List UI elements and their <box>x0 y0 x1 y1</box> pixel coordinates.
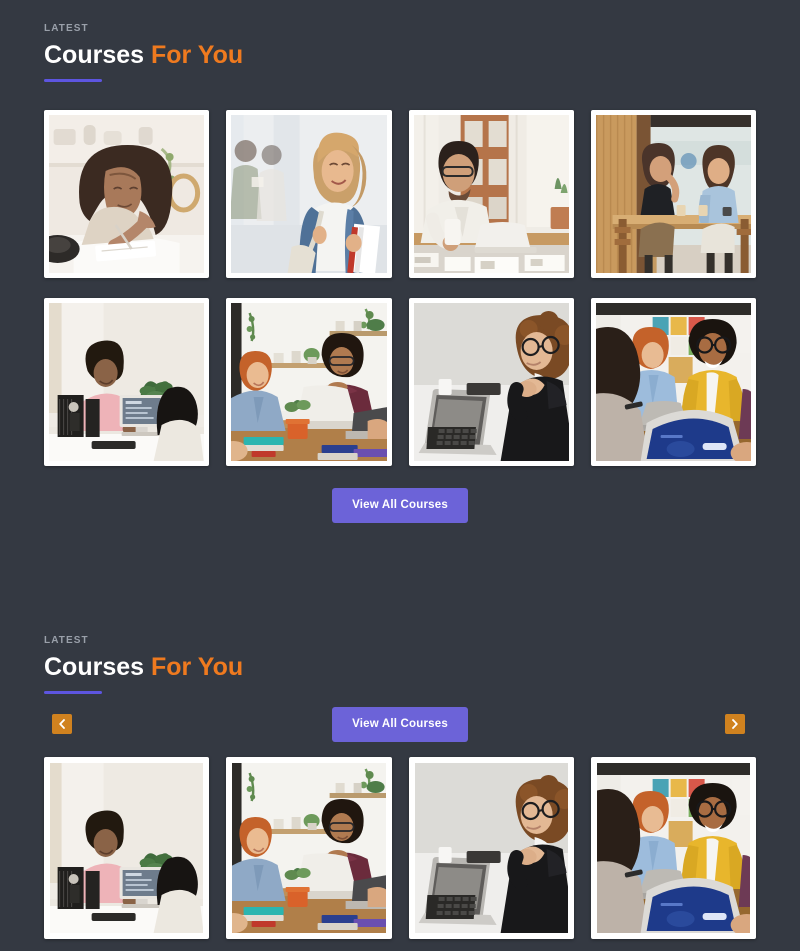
course-card[interactable] <box>408 298 574 466</box>
view-all-courses-button-carousel[interactable]: View All Courses <box>332 706 468 742</box>
course-thumbnail-cafe-table <box>595 115 751 273</box>
course-thumbnail-woman-laptop <box>413 303 569 461</box>
course-card[interactable] <box>590 757 756 939</box>
course-thumbnail-meeting-tablet <box>595 303 751 461</box>
course-card[interactable] <box>226 298 392 466</box>
course-card[interactable] <box>44 110 210 278</box>
course-thumbnail-student-hallway <box>231 115 387 273</box>
course-card[interactable] <box>408 757 574 939</box>
course-thumbnail-team-table <box>232 763 386 933</box>
section-header-carousel: LATEST Courses For You <box>0 634 800 694</box>
section-latest-courses-grid: LATEST Courses For You View All Courses <box>0 0 800 523</box>
page-title: Courses For You <box>44 652 800 682</box>
title-underline <box>44 691 102 694</box>
view-all-courses-wrap-top: View All Courses <box>0 488 800 523</box>
course-card[interactable] <box>44 298 210 466</box>
course-card[interactable] <box>44 757 210 939</box>
section-latest-courses-carousel: LATEST Courses For You View All Courses <box>0 634 800 939</box>
course-card[interactable] <box>590 110 756 278</box>
carousel-controls: View All Courses <box>0 704 800 744</box>
title-underline <box>44 79 102 82</box>
course-thumbnail-man-window-desk <box>413 115 569 273</box>
title-part-primary: Courses <box>44 41 145 69</box>
title-part-accent: For You <box>151 41 244 69</box>
course-card-row-carousel <box>0 757 800 939</box>
course-listing-page: LATEST Courses For You View All Courses … <box>0 0 800 951</box>
page-title: Courses For You <box>44 40 800 70</box>
section-eyebrow: LATEST <box>44 23 89 34</box>
course-thumbnail-team-table <box>231 303 387 461</box>
carousel-next-button[interactable] <box>725 714 745 734</box>
course-card-row-1 <box>0 110 800 278</box>
course-thumbnail-office-imac <box>50 763 204 933</box>
course-card[interactable] <box>590 298 756 466</box>
title-part-accent: For You <box>151 653 244 681</box>
course-thumbnail-meeting-tablet <box>596 763 750 933</box>
chevron-right-icon <box>732 719 738 729</box>
title-part-primary: Courses <box>44 653 145 681</box>
view-all-courses-button[interactable]: View All Courses <box>332 488 468 523</box>
section-header: LATEST Courses For You <box>0 22 800 82</box>
course-thumbnail-writing-desk <box>49 115 205 273</box>
course-card-row-2 <box>0 298 800 466</box>
course-card[interactable] <box>226 110 392 278</box>
chevron-left-icon <box>59 719 65 729</box>
course-thumbnail-woman-laptop <box>414 763 568 933</box>
course-card[interactable] <box>408 110 574 278</box>
section-eyebrow: LATEST <box>44 635 89 646</box>
course-card[interactable] <box>226 757 392 939</box>
carousel-prev-button[interactable] <box>52 714 72 734</box>
course-thumbnail-office-imac <box>49 303 205 461</box>
